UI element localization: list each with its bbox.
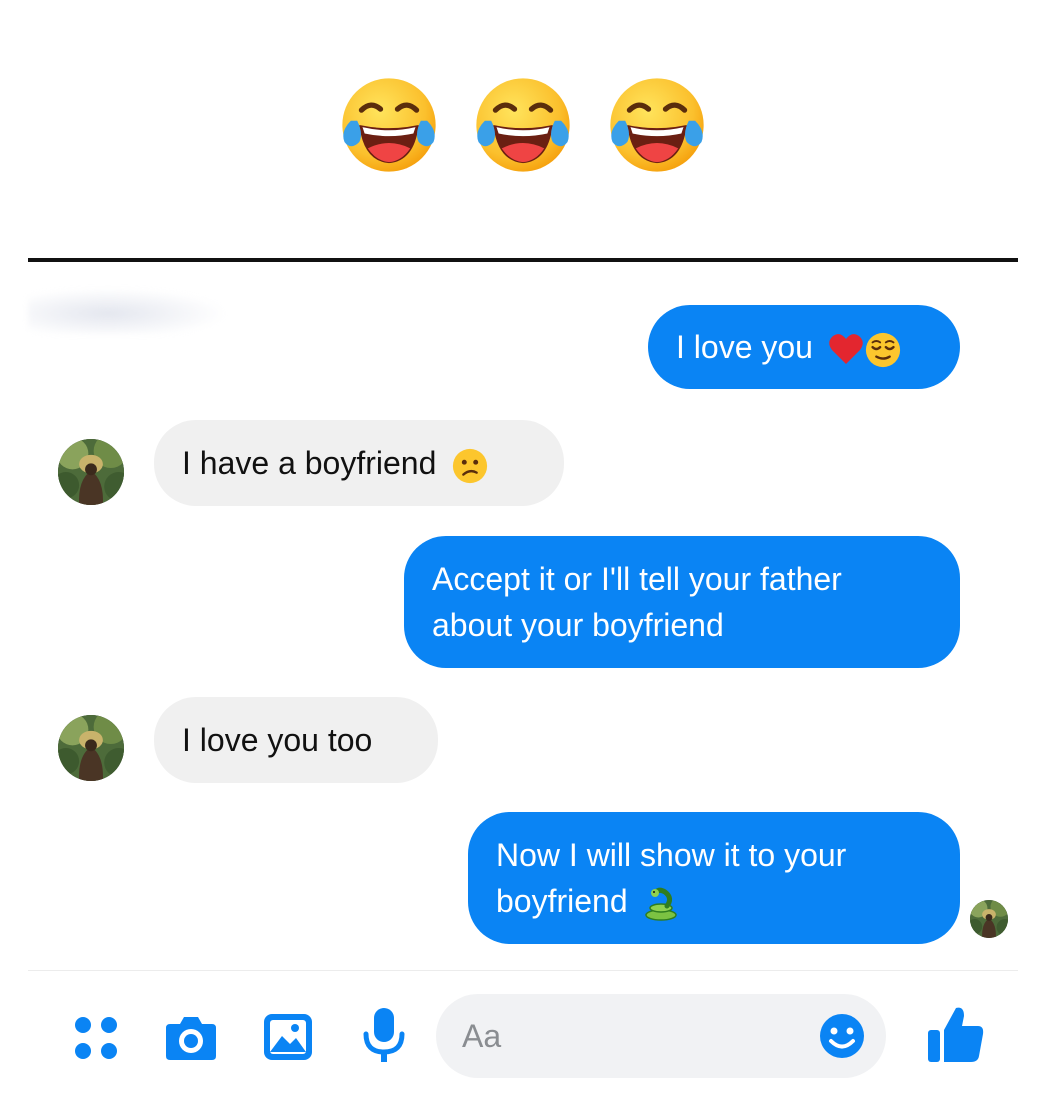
blurred-header [28,288,228,334]
message-composer[interactable] [436,994,886,1078]
camera-icon[interactable] [164,1012,218,1062]
message-text-line: boyfriend [496,883,628,919]
footer-divider [28,970,1018,971]
seen-avatar [970,900,1008,938]
confused-face-icon [453,448,488,483]
message-text: I love you [676,329,813,365]
message-bubble-sent[interactable]: I love you [648,305,960,389]
message-text-line: about your boyfriend [432,607,724,643]
message-bubble-sent[interactable]: Now I will show it to your boyfriend [468,812,960,944]
microphone-icon[interactable] [362,1006,406,1064]
laugh-emoji-row [0,72,1044,178]
gallery-icon[interactable] [262,1012,314,1062]
relieved-face-icon [865,332,900,367]
red-heart-icon [829,333,863,364]
message-text: I have a boyfriend [182,445,437,481]
message-text: I love you too [182,722,373,758]
apps-icon[interactable] [72,1014,120,1062]
message-input[interactable] [462,1016,802,1056]
message-text-line: Now I will show it to your [496,837,847,873]
laughing-emoji-icon [604,72,710,178]
message-bubble-sent[interactable]: Accept it or I'll tell your father about… [404,536,960,668]
contact-avatar[interactable] [58,439,124,505]
laughing-emoji-icon [336,72,442,178]
emoji-icon[interactable] [818,1012,866,1060]
divider [28,258,1018,262]
snake-icon [644,887,677,921]
laughing-emoji-icon [470,72,576,178]
thumbs-up-icon[interactable] [926,1004,986,1064]
message-bubble-received[interactable]: I love you too [154,697,438,783]
contact-avatar[interactable] [58,715,124,781]
message-text-line: Accept it or I'll tell your father [432,561,842,597]
message-bubble-received[interactable]: I have a boyfriend [154,420,564,506]
